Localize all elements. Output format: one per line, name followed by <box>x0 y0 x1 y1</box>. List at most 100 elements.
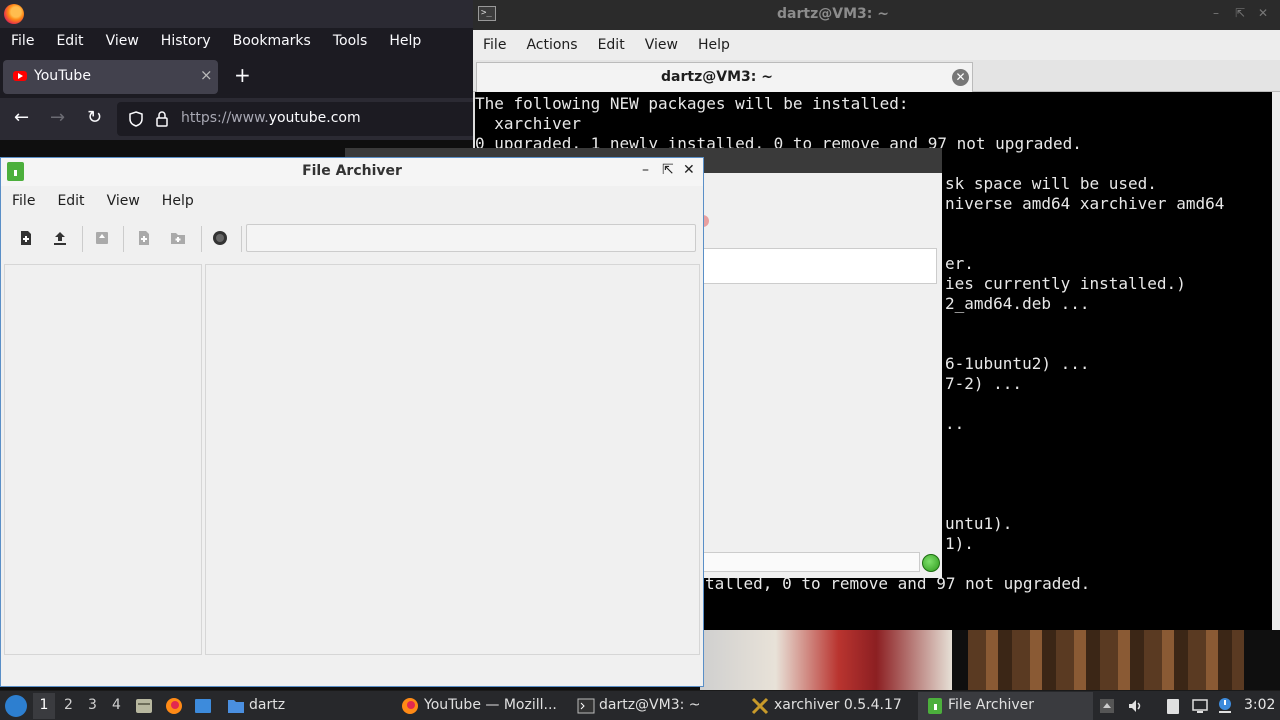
terminal-line: .. <box>945 414 965 433</box>
reload-icon[interactable]: ↻ <box>87 108 102 128</box>
lock-icon[interactable] <box>156 111 168 127</box>
ff-menu-tools[interactable]: Tools <box>322 28 379 56</box>
terminal-line: ies currently installed.) <box>945 274 1186 293</box>
archive-tree-pane[interactable] <box>4 264 202 655</box>
archive-app-icon <box>7 162 24 181</box>
term-menu-actions[interactable]: Actions <box>516 30 587 60</box>
ff-menu-edit[interactable]: Edit <box>45 28 94 56</box>
clock[interactable]: 3:02 <box>1244 697 1275 713</box>
close-icon[interactable]: ✕ <box>683 162 695 178</box>
new-tab-button[interactable]: + <box>234 65 251 85</box>
url-domain: youtube.com <box>268 110 361 126</box>
tab-youtube[interactable]: YouTube × <box>3 60 218 94</box>
shield-icon[interactable] <box>129 111 143 127</box>
location-field[interactable] <box>246 224 696 252</box>
term-menu-help[interactable]: Help <box>688 30 740 60</box>
terminal-line: er. <box>945 254 974 273</box>
new-archive-icon[interactable] <box>18 230 34 246</box>
terminal-tab[interactable]: dartz@VM3: ~ ✕ <box>476 62 973 92</box>
video-thumbnail[interactable] <box>700 630 952 690</box>
ff-menu-view[interactable]: View <box>95 28 150 56</box>
file-archiver-task-icon <box>928 698 942 714</box>
term-menu-edit[interactable]: Edit <box>588 30 635 60</box>
taskbar: 1 2 3 4 dartz YouTube — Mozill... dartz@… <box>0 690 1280 720</box>
xarchiver-statusbar <box>690 552 920 572</box>
terminal-line: xarchiver <box>475 114 581 133</box>
taskbar-folder-label[interactable]: dartz <box>249 697 285 713</box>
terminal-line: 7-2) ... <box>945 374 1023 393</box>
toolbar-separator <box>123 226 124 252</box>
add-files-icon[interactable] <box>136 230 152 246</box>
fa-menu-help[interactable]: Help <box>151 186 205 216</box>
back-arrow-icon[interactable]: ← <box>14 108 29 128</box>
file-archiver-window: File Archiver – ⇱ ✕ File Edit View Help <box>0 157 704 687</box>
firefox-logo-icon <box>4 4 24 24</box>
minimize-icon[interactable]: – <box>642 162 649 178</box>
video-thumbnail[interactable] <box>968 630 1244 690</box>
tab-title: YouTube <box>34 68 91 84</box>
idle-indicator-icon <box>922 554 940 572</box>
minimize-icon[interactable]: – <box>1213 6 1219 20</box>
stop-icon[interactable] <box>212 230 228 246</box>
ff-menu-bookmarks[interactable]: Bookmarks <box>222 28 322 56</box>
clipboard-icon[interactable] <box>1164 697 1182 715</box>
task-firefox[interactable]: YouTube — Mozill... <box>424 697 557 713</box>
xarchiver-task-icon <box>751 697 769 715</box>
terminal-line: sk space will be used. <box>945 174 1157 193</box>
forward-arrow-icon[interactable]: → <box>50 108 65 128</box>
file-archiver-toolbar <box>1 216 703 262</box>
desktop-launcher-icon[interactable] <box>194 697 212 715</box>
terminal-app-icon: >_ <box>478 6 496 21</box>
workspace-3[interactable]: 3 <box>88 697 97 713</box>
task-file-archiver[interactable]: File Archiver <box>918 692 1093 720</box>
notification-icon[interactable] <box>1216 697 1234 715</box>
terminal-titlebar: >_ dartz@VM3: ~ – ⇱ ✕ <box>473 0 1280 30</box>
url-prefix: https://www. <box>181 110 269 126</box>
firefox-launcher-icon[interactable] <box>165 697 183 715</box>
fa-menu-edit[interactable]: Edit <box>46 186 95 216</box>
tab-close-icon[interactable]: × <box>200 66 213 84</box>
terminal-line: 2_amd64.deb ... <box>945 294 1090 313</box>
maximize-icon[interactable]: ⇱ <box>662 162 674 178</box>
extract-icon[interactable] <box>94 230 110 246</box>
file-archiver-titlebar: File Archiver – ⇱ ✕ <box>1 158 703 186</box>
terminal-tab-label: dartz@VM3: ~ <box>661 69 773 85</box>
toolbar-separator <box>201 226 202 252</box>
terminal-scrollbar[interactable] <box>1272 92 1280 630</box>
url-bar[interactable]: https://www.youtube.com <box>117 102 477 136</box>
toolbar-separator <box>241 226 242 252</box>
add-folder-icon[interactable] <box>170 230 186 246</box>
fa-menu-view[interactable]: View <box>96 186 151 216</box>
term-menu-file[interactable]: File <box>473 30 516 60</box>
task-terminal[interactable]: dartz@VM3: ~ <box>599 697 701 713</box>
terminal-line: niverse amd64 xarchiver amd64 <box>945 194 1225 213</box>
xarchiver-location-field[interactable] <box>700 248 937 284</box>
youtube-favicon-icon <box>13 71 27 81</box>
terminal-line: The following NEW packages will be insta… <box>475 94 909 113</box>
toolbar-separator <box>82 226 83 252</box>
terminal-menubar: File Actions Edit View Help <box>473 30 1280 60</box>
open-archive-icon[interactable] <box>52 230 68 246</box>
ff-menu-file[interactable]: File <box>0 28 45 56</box>
tray-arrow-icon[interactable] <box>1098 697 1116 715</box>
file-archiver-menubar: File Edit View Help <box>1 186 703 216</box>
terminal-line: 1). <box>945 534 974 553</box>
ff-menu-help[interactable]: Help <box>378 28 432 56</box>
task-xarchiver[interactable]: xarchiver 0.5.4.17 <box>774 697 902 713</box>
maximize-icon[interactable]: ⇱ <box>1235 6 1245 20</box>
archive-file-list[interactable] <box>205 264 700 655</box>
terminal-window-title: dartz@VM3: ~ <box>777 6 889 22</box>
term-menu-view[interactable]: View <box>635 30 688 60</box>
workspace-2[interactable]: 2 <box>64 697 73 713</box>
volume-icon[interactable] <box>1127 697 1145 715</box>
workspace-1[interactable]: 1 <box>33 693 55 719</box>
fa-menu-file[interactable]: File <box>1 186 46 216</box>
network-icon[interactable] <box>1191 697 1209 715</box>
workspace-4[interactable]: 4 <box>112 697 121 713</box>
file-manager-launcher-icon[interactable] <box>135 697 153 715</box>
close-icon[interactable]: ✕ <box>1258 6 1268 20</box>
folder-icon[interactable] <box>227 697 245 715</box>
ff-menu-history[interactable]: History <box>150 28 222 56</box>
tab-close-icon[interactable]: ✕ <box>952 69 969 86</box>
start-menu-icon[interactable] <box>5 695 27 717</box>
